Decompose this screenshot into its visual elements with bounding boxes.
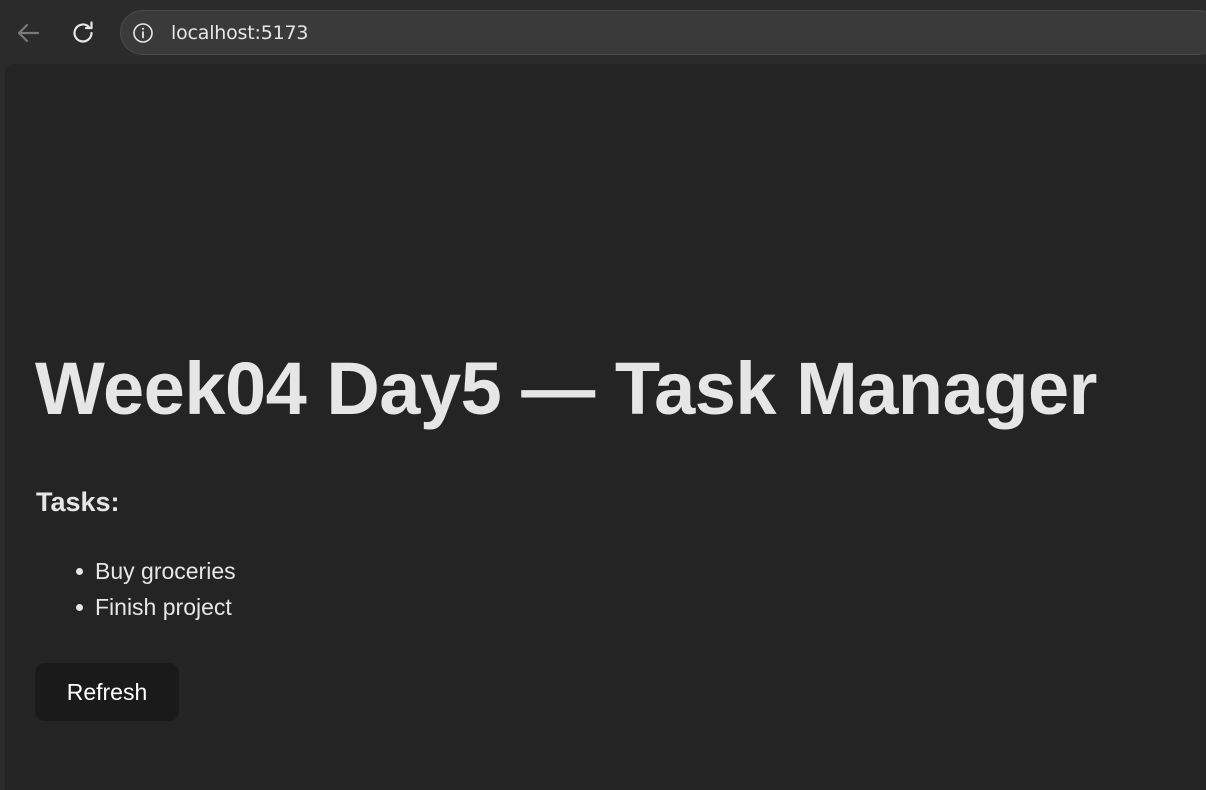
- task-list: Buy groceries Finish project: [76, 553, 236, 625]
- back-button[interactable]: [10, 15, 46, 51]
- arrow-left-icon: [17, 23, 40, 43]
- refresh-button[interactable]: Refresh: [35, 663, 179, 721]
- task-item: Buy groceries: [76, 553, 236, 589]
- bullet-icon: [76, 568, 83, 575]
- address-bar[interactable]: localhost:5173: [120, 10, 1206, 55]
- url-text[interactable]: localhost:5173: [171, 22, 308, 44]
- bullet-icon: [76, 604, 83, 611]
- page-viewport: Week04 Day5 — Task Manager Tasks: Buy gr…: [5, 64, 1206, 790]
- tasks-heading: Tasks:: [36, 487, 120, 517]
- reload-icon: [73, 21, 93, 43]
- reload-button[interactable]: [65, 15, 101, 51]
- browser-toolbar: localhost:5173: [0, 0, 1206, 64]
- info-circle-icon[interactable]: [132, 22, 154, 44]
- task-item: Finish project: [76, 589, 236, 625]
- page-title: Week04 Day5 — Task Manager: [35, 347, 1097, 430]
- task-label: Finish project: [95, 594, 232, 620]
- task-label: Buy groceries: [95, 558, 236, 584]
